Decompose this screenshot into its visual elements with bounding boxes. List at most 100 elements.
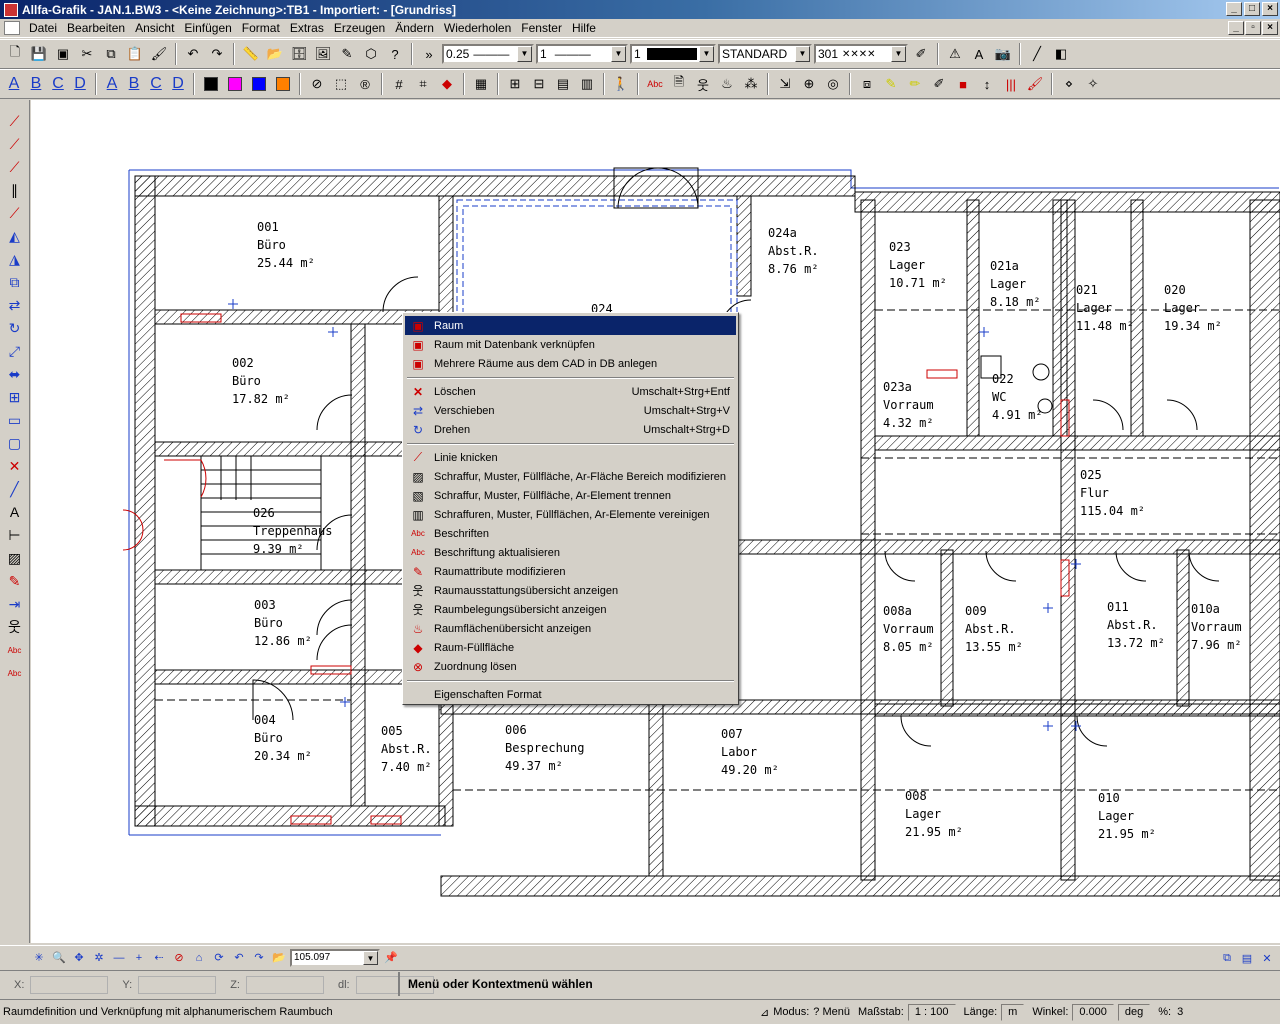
zoom-redo-icon[interactable]: ↷ — [250, 949, 268, 967]
vertical-arrow-icon[interactable]: ↕ — [976, 73, 998, 95]
ctx-eigenschaften-format[interactable]: Eigenschaften Format — [405, 685, 736, 704]
database-icon[interactable]: 🗄 — [288, 43, 310, 65]
length-value[interactable]: m — [1001, 1003, 1025, 1021]
ctx-beschriften[interactable]: Abc Beschriften — [405, 524, 736, 543]
dim-style-b-icon[interactable]: B — [124, 74, 144, 94]
doc-icon[interactable]: 🗎 — [668, 73, 690, 95]
zoom-refresh-icon[interactable]: ⟳ — [210, 949, 228, 967]
brush-icon[interactable]: 🖌 — [1024, 73, 1046, 95]
room-006-label[interactable]: 006 Besprechung 49.37 m² — [505, 721, 584, 775]
ctx-linie-knicken[interactable]: ⟋ Linie knicken — [405, 448, 736, 467]
room-022-label[interactable]: 022 WC 4.91 m² — [992, 370, 1043, 424]
ctx-zuordnung-loesen[interactable]: ⊗ Zuordnung lösen — [405, 657, 736, 676]
room-005-label[interactable]: 005 Abst.R. 7.40 m² — [381, 722, 432, 776]
ctx-beschriftung-aktualisieren[interactable]: Abc Beschriftung aktualisieren — [405, 543, 736, 562]
dimension-icon[interactable]: ⊢ — [3, 524, 27, 546]
style-select[interactable]: STANDARD ▼ — [718, 44, 812, 64]
mdi-minimize-button[interactable]: _ — [1228, 21, 1244, 35]
window-cascade-icon[interactable]: ⧉ — [1218, 949, 1236, 967]
abc-icon[interactable]: Abc — [644, 73, 666, 95]
text-insert-icon[interactable]: A — [3, 501, 27, 523]
ctx-schraffur-trennen[interactable]: ▧ Schraffur, Muster, Füllfläche, Ar-Eleme… — [405, 486, 736, 505]
zoom-stop-icon[interactable]: ⊘ — [170, 949, 188, 967]
minimize-button[interactable]: _ — [1226, 2, 1242, 16]
color-orange-swatch[interactable] — [276, 77, 290, 91]
scale-tool-icon[interactable]: ⤢ — [3, 340, 27, 362]
layout2-icon[interactable]: ⊟ — [528, 73, 550, 95]
layers-icon[interactable]: ◧ — [1050, 43, 1072, 65]
scatter-icon[interactable]: ⁂ — [740, 73, 762, 95]
room-021a-label[interactable]: 021a Lager 8.18 m² — [990, 257, 1041, 311]
measure-icon[interactable]: ⊕ — [798, 73, 820, 95]
copy-tool-icon[interactable]: ⧉ — [3, 271, 27, 293]
line-type-select[interactable]: 1 ——— ▼ — [536, 44, 628, 64]
help-pointer-icon[interactable]: ? — [384, 43, 406, 65]
menu-erzeugen[interactable]: Erzeugen — [329, 21, 390, 35]
array-tool-icon[interactable]: ⊞ — [3, 386, 27, 408]
text-style-c-icon[interactable]: C — [48, 74, 68, 94]
redo-icon[interactable]: ↷ — [206, 43, 228, 65]
pen-edit-icon[interactable]: ✐ — [910, 43, 932, 65]
window-close-icon[interactable]: ✕ — [1258, 949, 1276, 967]
person-tool-icon[interactable]: 웃 — [3, 616, 27, 638]
image-icon[interactable]: 🖼 — [312, 43, 334, 65]
text-style-d-icon[interactable]: D — [70, 74, 90, 94]
layout-icon[interactable]: ⊞ — [504, 73, 526, 95]
room-007-label[interactable]: 007 Labor 49.20 m² — [721, 725, 779, 779]
room-023-label[interactable]: 023 Lager 10.71 m² — [889, 238, 947, 292]
draw-arc-icon[interactable]: ⟋ — [3, 156, 27, 178]
table-icon[interactable]: ▤ — [552, 73, 574, 95]
room-004-label[interactable]: 004 Büro 20.34 m² — [254, 711, 312, 765]
hatch-tool-icon[interactable]: ▨ — [3, 547, 27, 569]
pin-icon[interactable]: 📌 — [382, 949, 400, 967]
undo-icon[interactable]: ↶ — [182, 43, 204, 65]
ctx-loeschen[interactable]: ✕ Löschen Umschalt+Strg+Entf — [405, 382, 736, 401]
offset-icon[interactable]: ⟋ — [3, 202, 27, 224]
menu-hilfe[interactable]: Hilfe — [567, 21, 601, 35]
room-001-label[interactable]: 001 Büro 25.44 m² — [257, 218, 315, 272]
fire-icon[interactable]: ♨ — [716, 73, 738, 95]
abc2-tool-icon[interactable]: Abc — [3, 662, 27, 684]
room-026-label[interactable]: 026 Treppenhaus 9.39 m² — [253, 504, 332, 558]
scale-value[interactable]: 1 : 100 — [907, 1003, 956, 1021]
more-icon[interactable]: » — [418, 43, 440, 65]
abc-tool-icon[interactable]: Abc — [3, 639, 27, 661]
zoom-extents-icon[interactable]: ✲ — [90, 949, 108, 967]
window-tile-icon[interactable]: ▤ — [1238, 949, 1256, 967]
new-icon[interactable]: 🗋 — [4, 43, 26, 65]
camera-icon[interactable]: 📷 — [992, 43, 1014, 65]
grid-icon[interactable]: # — [388, 73, 410, 95]
room-023a-label[interactable]: 023a Vorraum 4.32 m² — [883, 378, 934, 432]
menu-ansicht[interactable]: Ansicht — [130, 21, 179, 35]
angle-unit[interactable]: deg — [1117, 1003, 1151, 1021]
text-style-b-icon[interactable]: B — [26, 74, 46, 94]
measure-tool-icon[interactable]: ⇥ — [3, 593, 27, 615]
pencil2-icon[interactable]: ✐ — [928, 73, 950, 95]
ctx-raum[interactable]: ▣ Raum — [405, 316, 736, 335]
snap-icon[interactable]: ⊘ — [306, 73, 328, 95]
pen-select[interactable]: 1 ▼ — [630, 44, 716, 64]
doors-icon[interactable]: ⧈ — [856, 73, 878, 95]
room-002-label[interactable]: 002 Büro 17.82 m² — [232, 354, 290, 408]
zoom-all-icon[interactable]: ✳ — [30, 949, 48, 967]
open-icon[interactable]: 📂 — [264, 43, 286, 65]
maximize-button[interactable]: □ — [1244, 2, 1260, 16]
ruler-icon[interactable]: 📏 — [240, 43, 262, 65]
draw-line-icon[interactable]: ⟋ — [3, 110, 27, 132]
ctx-verschieben[interactable]: ⇄ Verschieben Umschalt+Strg+V — [405, 401, 736, 420]
ctx-mehrere-raeume[interactable]: ▣ Mehrere Räume aus dem CAD in DB anlegen — [405, 354, 736, 373]
room-025-label[interactable]: 025 Flur 115.04 m² — [1080, 466, 1145, 520]
line-tool-icon[interactable]: ╱ — [1026, 43, 1048, 65]
pencil-icon[interactable]: ✏ — [904, 73, 926, 95]
room-010a-label[interactable]: 010a Vorraum 7.96 m² — [1191, 600, 1242, 654]
document-icon[interactable] — [4, 21, 20, 35]
close-button[interactable]: × — [1262, 2, 1278, 16]
move-tool-icon[interactable]: ⇄ — [3, 294, 27, 316]
warning-icon[interactable]: ⚠ — [944, 43, 966, 65]
room-021-label[interactable]: 021 Lager 11.48 m² — [1076, 281, 1134, 335]
line-width-select[interactable]: 0.25 ——— ▼ — [442, 44, 534, 64]
frame-tool-icon[interactable]: ▢ — [3, 432, 27, 454]
ctx-raumflaechen[interactable]: ♨ Raumflächenübersicht anzeigen — [405, 619, 736, 638]
rotate-tool-icon[interactable]: ↻ — [3, 317, 27, 339]
color-blue-swatch[interactable] — [252, 77, 266, 91]
